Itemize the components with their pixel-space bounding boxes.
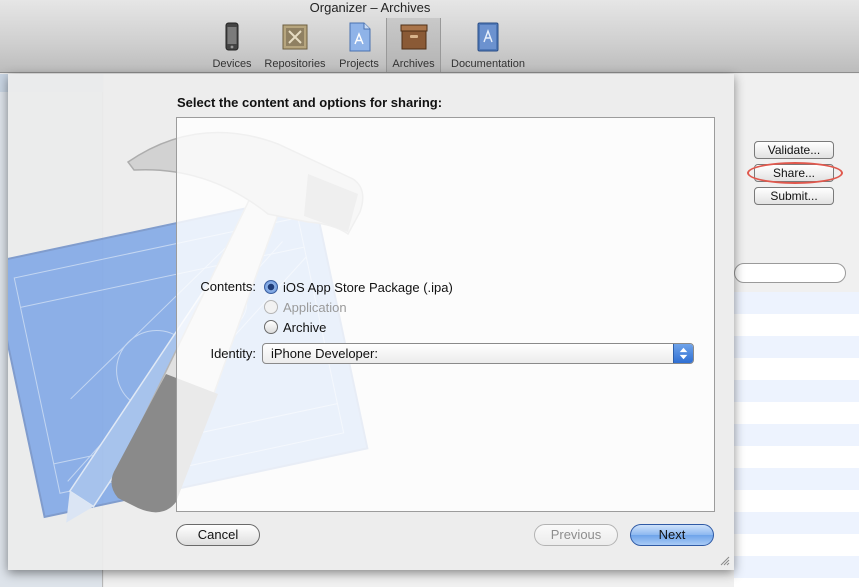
- toolbar-repositories[interactable]: Repositories: [260, 18, 330, 72]
- list-row[interactable]: [734, 424, 859, 446]
- archive-search-field[interactable]: [734, 263, 846, 283]
- list-row[interactable]: [734, 556, 859, 578]
- toolbar-archives[interactable]: Archives: [386, 18, 441, 72]
- toolbar-projects[interactable]: Projects: [334, 18, 384, 72]
- toolbar-documentation[interactable]: Documentation: [446, 18, 530, 72]
- cancel-button[interactable]: Cancel: [176, 524, 260, 546]
- option-application: Application: [264, 298, 347, 316]
- archive-list[interactable]: [734, 292, 859, 587]
- list-row[interactable]: [734, 336, 859, 358]
- window-title: Organizer – Archives: [309, 0, 431, 15]
- radio-disabled-icon: [264, 300, 278, 314]
- share-sheet: Select the content and options for shari…: [8, 74, 734, 570]
- sheet-heading: Select the content and options for shari…: [177, 95, 443, 110]
- option-application-label: Application: [283, 299, 347, 315]
- identity-value: iPhone Developer:: [271, 346, 378, 361]
- repository-icon: [282, 24, 308, 50]
- up-down-arrows-icon: [673, 344, 693, 363]
- list-row[interactable]: [734, 380, 859, 402]
- contents-label: Contents:: [200, 279, 256, 294]
- archive-box-icon: [400, 24, 427, 50]
- projects-icon: [349, 22, 371, 52]
- option-archive[interactable]: Archive: [264, 318, 326, 336]
- identity-select[interactable]: iPhone Developer:: [262, 343, 694, 364]
- radio-unchecked-icon[interactable]: [264, 320, 278, 334]
- radio-checked-icon[interactable]: [264, 280, 278, 294]
- share-highlight-annotation: [747, 162, 843, 184]
- submit-button[interactable]: Submit...: [754, 187, 834, 205]
- option-archive-label: Archive: [283, 319, 327, 335]
- window-toolbar: Organizer – Archives Devices Repositorie…: [0, 0, 859, 73]
- validate-button[interactable]: Validate...: [754, 141, 834, 159]
- toolbar-devices[interactable]: Devices: [208, 18, 256, 72]
- identity-label: Identity:: [210, 346, 256, 361]
- list-row[interactable]: [734, 512, 859, 534]
- share-options-panel: [176, 117, 715, 512]
- option-ipa-label: iOS App Store Package (.ipa): [283, 279, 453, 295]
- documentation-icon: [477, 22, 499, 52]
- next-button[interactable]: Next: [630, 524, 714, 546]
- device-icon: [225, 22, 239, 51]
- previous-button: Previous: [534, 524, 618, 546]
- resize-grip-icon[interactable]: [720, 556, 730, 566]
- option-ipa[interactable]: iOS App Store Package (.ipa): [264, 278, 453, 296]
- list-row[interactable]: [734, 468, 859, 490]
- list-row[interactable]: [734, 292, 859, 314]
